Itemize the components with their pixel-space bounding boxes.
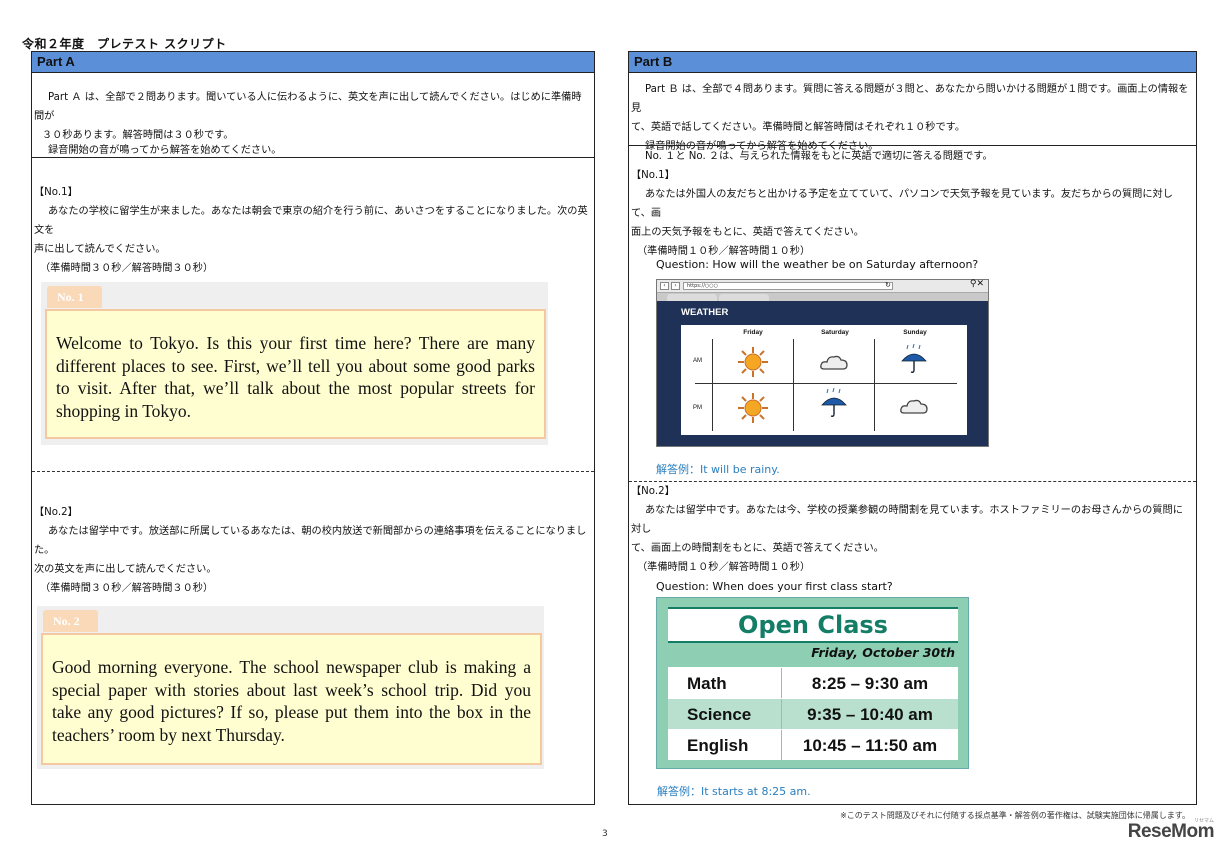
time-cell: 8:25 – 9:30 am — [811, 674, 929, 693]
part-a-q1-line2: 声に出して読んでください。 — [34, 244, 166, 255]
part-b-panel: Part B Part Ｂ は、全部で４問あります。質問に答える問題が３問と、あ… — [628, 51, 1197, 805]
part-b-intro-line1: Part Ｂ は、全部で４問あります。質問に答える問題が３問と、あなたから問いか… — [631, 84, 1189, 114]
browser-tab[interactable] — [667, 294, 717, 301]
part-a-q2-tab: No. 2 — [43, 610, 98, 632]
part-a-q1-label: 【No.1】 — [34, 187, 78, 198]
part-b-q2: 【No.2】 あなたは留学中です。あなたは今、学校の授業参観の時間割を見ています… — [631, 482, 1192, 577]
cloudy-icon — [820, 355, 848, 370]
time-cell: 9:35 – 10:40 am — [807, 705, 933, 724]
sunny-icon — [738, 347, 768, 377]
day-friday: Friday — [743, 329, 763, 336]
forward-icon[interactable]: › — [671, 282, 680, 290]
part-a-q1-line1: あなたの学校に留学生が来ました。あなたは朝会で東京の紹介を行う前に、あいさつをす… — [34, 206, 588, 236]
browser-tabs — [657, 293, 988, 301]
part-a-q2-card: No. 2 Good morning everyone. The school … — [37, 606, 544, 769]
part-a-q2: 【No.2】 あなたは留学中です。放送部に所属しているあなたは、朝の校内放送で新… — [34, 503, 590, 598]
part-b-section-intro: No. １と No. ２は、与えられた情報をもとに英語で適切に答える問題です。 — [645, 151, 993, 162]
part-b-q2-timing: （準備時間１０秒／解答時間１０秒） — [637, 562, 811, 573]
copyright-note: ※このテスト問題及びそれに付随する採点基準・解答例の著作権は、試験実施団体に帰属… — [840, 811, 1190, 820]
refresh-icon[interactable]: ↻ — [885, 281, 891, 289]
part-b-intro-line2: て、英語で話してください。準備時間と解答時間はそれぞれ１０秒です。 — [631, 122, 966, 133]
sunny-icon — [738, 393, 768, 423]
part-a-intro-line1: Part Ａ は、全部で２問あります。聞いている人に伝わるように、英文を声に出し… — [34, 92, 582, 122]
part-a-header: Part A — [32, 52, 594, 73]
row-pm: PM — [693, 405, 702, 411]
part-a-q1-passage: Welcome to Tokyo. Is this your first tim… — [45, 309, 546, 439]
open-class-title: Open Class — [668, 607, 958, 643]
part-b-q2-answer: 解答例：It starts at 8:25 am. — [657, 785, 811, 798]
part-b-q1-line1: あなたは外国人の友だちと出かける予定を立てていて、パソコンで天気予報を見ています… — [631, 189, 1173, 219]
part-b-q2-question: Question: When does your first class sta… — [656, 580, 893, 593]
timetable-row: English 10:45 – 11:50 am — [668, 729, 958, 761]
part-a-q1-card: No. 1 Welcome to Tokyo. Is this your fir… — [41, 282, 548, 445]
part-a-q1-timing: （準備時間３０秒／解答時間３０秒） — [40, 263, 214, 274]
browser-toolbar: ‹ › https://○○○ ↻ ⚲✕ — [657, 279, 988, 293]
part-b-divider — [629, 145, 1196, 146]
document-title: 令和２年度 プレテスト スクリプト — [22, 37, 227, 51]
part-b-q2-line2: て、画面上の時間割をもとに、英語で答えてください。 — [631, 543, 884, 554]
grid-line — [793, 339, 794, 431]
part-b-q2-line1: あなたは留学中です。あなたは今、学校の授業参観の時間割を見ています。ホストファミ… — [631, 505, 1183, 535]
time-cell: 10:45 – 11:50 am — [802, 736, 938, 755]
url-bar[interactable]: https://○○○ — [683, 282, 893, 290]
part-a-q2-label: 【No.2】 — [34, 507, 78, 518]
part-b-q1-question: Question: How will the weather be on Sat… — [656, 258, 979, 271]
rainy-icon — [821, 387, 847, 417]
part-a-divider — [32, 157, 594, 158]
subject-cell: English — [668, 730, 782, 761]
weather-title: WEATHER — [681, 307, 729, 318]
open-class-date: Friday, October 30th — [811, 645, 955, 660]
part-a-q1-tab: No. 1 — [47, 286, 102, 308]
search-close-icons[interactable]: ⚲✕ — [970, 279, 984, 289]
part-a-intro: Part Ａ は、全部で２問あります。聞いている人に伝わるように、英文を声に出し… — [32, 88, 594, 160]
part-a-panel: Part A Part Ａ は、全部で２問あります。聞いている人に伝わるように、… — [31, 51, 595, 805]
browser-tab[interactable] — [719, 294, 769, 301]
weather-forecast-table: Friday Saturday Sunday AM PM — [681, 325, 967, 435]
resemom-logo: ReseMom — [1127, 821, 1215, 842]
part-a-q2-line2: 次の英文を声に出して読んでください。 — [34, 564, 217, 575]
part-a-q2-passage: Good morning everyone. The school newspa… — [41, 633, 542, 765]
back-icon[interactable]: ‹ — [660, 282, 669, 290]
grid-line — [712, 339, 713, 431]
part-a-q1: 【No.1】 あなたの学校に留学生が来ました。あなたは朝会で東京の紹介を行う前に… — [34, 183, 590, 278]
weather-browser-window: ‹ › https://○○○ ↻ ⚲✕ WEATHER Friday Satu… — [656, 279, 989, 447]
part-b-q1-label: 【No.1】 — [631, 170, 675, 181]
part-b-q1-answer: 解答例：It will be rainy. — [656, 463, 780, 476]
open-class-timetable: Open Class Friday, October 30th Math 8:2… — [656, 597, 969, 769]
day-saturday: Saturday — [821, 329, 849, 336]
rainy-icon — [901, 343, 927, 373]
row-am: AM — [693, 358, 702, 364]
timetable-row: Math 8:25 – 9:30 am — [668, 667, 958, 699]
grid-line — [695, 383, 957, 384]
timetable-row: Science 9:35 – 10:40 am — [668, 698, 958, 730]
part-a-q2-timing: （準備時間３０秒／解答時間３０秒） — [40, 583, 214, 594]
grid-line — [874, 339, 875, 431]
part-b-q1-line2: 面上の天気予報をもとに、英語で答えてください。 — [631, 227, 864, 238]
page-number: 3 — [602, 829, 608, 839]
part-b-q2-label: 【No.2】 — [631, 486, 675, 497]
part-a-q2-line1: あなたは留学中です。放送部に所属しているあなたは、朝の校内放送で新聞部からの連絡… — [34, 526, 587, 556]
subject-cell: Science — [668, 699, 782, 730]
day-sunday: Sunday — [903, 329, 927, 336]
part-b-header: Part B — [629, 52, 1196, 73]
part-a-dashed-divider — [32, 471, 594, 472]
part-b-q1: No. １と No. ２は、与えられた情報をもとに英語で適切に答える問題です。 … — [631, 147, 1192, 261]
subject-cell: Math — [668, 668, 782, 699]
cloudy-icon — [900, 399, 928, 414]
